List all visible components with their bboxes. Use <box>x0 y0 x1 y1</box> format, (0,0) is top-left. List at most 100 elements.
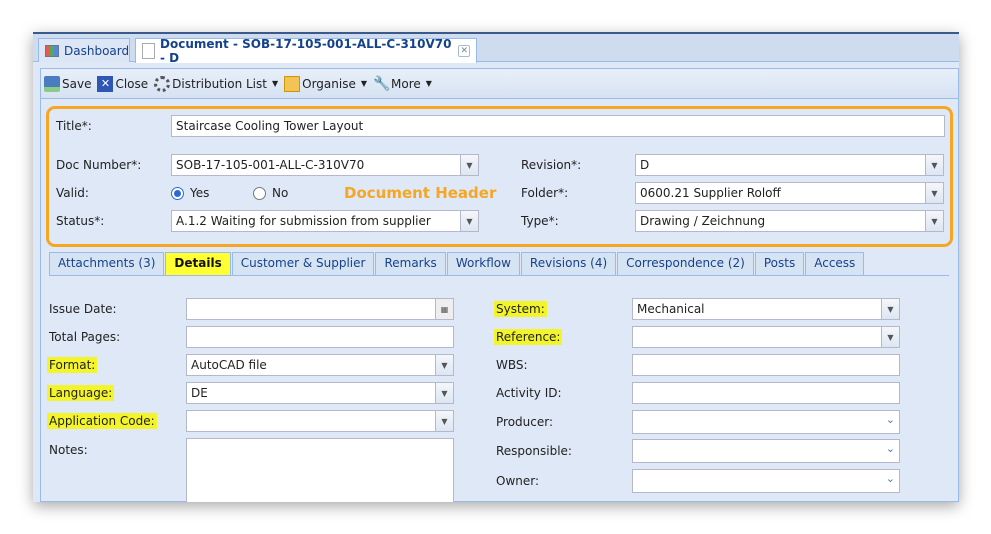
responsible-label: Responsible: <box>496 444 572 458</box>
tab-customer-supplier[interactable]: Customer & Supplier <box>231 252 375 275</box>
tab-posts[interactable]: Posts <box>754 252 805 275</box>
type-label: Type*: <box>521 214 559 228</box>
total-pages-input[interactable] <box>186 326 454 348</box>
total-pages-label: Total Pages: <box>49 330 121 344</box>
owner-select[interactable]: ⌄ <box>632 469 900 493</box>
chevron-down-icon[interactable]: ⌄ <box>886 442 895 455</box>
organise-label: Organise <box>302 76 356 91</box>
reference-label: Reference: <box>494 329 563 345</box>
system-value: Mechanical <box>637 302 705 316</box>
radio-checked-icon <box>171 186 184 200</box>
chevron-down-icon[interactable]: ▼ <box>435 383 453 403</box>
valid-no-radio[interactable]: No <box>253 186 288 200</box>
producer-label: Producer: <box>496 415 554 429</box>
folder-value: 0600.21 Supplier Roloff <box>640 186 781 200</box>
yes-label: Yes <box>190 186 210 200</box>
notes-textarea[interactable] <box>186 438 454 502</box>
wbs-input[interactable] <box>632 354 900 376</box>
close-tab-icon[interactable]: ✕ <box>458 45 470 57</box>
tab-dashboard[interactable]: Dashboard <box>38 38 130 62</box>
window-tab-strip: Dashboard Document - SOB-17-105-001-ALL-… <box>33 34 959 65</box>
tab-access[interactable]: Access <box>805 252 865 275</box>
chevron-down-icon[interactable]: ▼ <box>925 183 943 203</box>
no-label: No <box>272 186 289 200</box>
status-select[interactable]: A.1.2 Waiting for submission from suppli… <box>171 210 479 232</box>
chevron-down-icon[interactable]: ▼ <box>460 155 478 175</box>
chevron-down-icon[interactable]: ▼ <box>435 411 453 431</box>
radio-unchecked-icon <box>253 186 266 200</box>
status-value: A.1.2 Waiting for submission from suppli… <box>176 214 431 228</box>
valid-yes-radio[interactable]: Yes <box>171 186 209 200</box>
tab-workflow[interactable]: Workflow <box>446 252 520 275</box>
doc-number-label: Doc Number*: <box>56 158 142 172</box>
reference-select[interactable]: ▼ <box>632 326 900 348</box>
tab-revisions[interactable]: Revisions (4) <box>520 252 617 275</box>
close-icon: ✕ <box>97 75 114 92</box>
close-button[interactable]: ✕ Close <box>97 75 149 92</box>
distribution-label: Distribution List <box>172 76 267 91</box>
language-value: DE <box>191 386 208 400</box>
tab-attachments[interactable]: Attachments (3) <box>49 252 165 275</box>
toolbar: Save ✕ Close Distribution List ▼ Organise ▼… <box>41 69 958 99</box>
application-code-label: Application Code: <box>47 413 157 429</box>
detail-tabs: Attachments (3) Details Customer & Suppl… <box>49 252 949 276</box>
revision-value: D <box>640 158 650 172</box>
revision-label: Revision*: <box>521 158 582 172</box>
doc-number-select[interactable]: SOB-17-105-001-ALL-C-310V70 ▼ <box>171 154 479 176</box>
organise-button[interactable]: Organise ▼ <box>284 75 368 92</box>
language-label: Language: <box>47 385 115 401</box>
doc-number-value: SOB-17-105-001-ALL-C-310V70 <box>176 158 365 172</box>
chevron-down-icon[interactable]: ▼ <box>435 355 453 375</box>
cycle-icon <box>154 75 171 92</box>
chevron-down-icon: ▼ <box>360 79 368 88</box>
wbs-label: WBS: <box>496 358 528 372</box>
folder-icon <box>284 75 301 92</box>
save-button[interactable]: Save <box>44 75 92 92</box>
distribution-list-button[interactable]: Distribution List ▼ <box>154 75 278 92</box>
title-label: Title*: <box>56 119 92 133</box>
format-select[interactable]: AutoCAD file ▼ <box>186 354 454 376</box>
revision-select[interactable]: D ▼ <box>635 154 944 176</box>
chevron-down-icon[interactable]: ⌄ <box>886 413 895 426</box>
language-select[interactable]: DE ▼ <box>186 382 454 404</box>
chevron-down-icon[interactable]: ▼ <box>925 155 943 175</box>
save-icon <box>44 75 60 92</box>
title-input[interactable]: Staircase Cooling Tower Layout <box>171 115 945 137</box>
more-button[interactable]: 🔧 More ▼ <box>373 76 432 92</box>
save-label: Save <box>62 76 92 91</box>
document-header: Title*: Staircase Cooling Tower Layout D… <box>46 106 953 247</box>
activity-id-label: Activity ID: <box>496 386 562 400</box>
chevron-down-icon[interactable]: ▼ <box>881 299 899 319</box>
document-icon <box>142 43 155 59</box>
calendar-icon[interactable]: ▦ <box>435 299 453 319</box>
format-value: AutoCAD file <box>191 358 267 372</box>
tab-label: Document - SOB-17-105-001-ALL-C-310V70 -… <box>160 37 452 65</box>
chevron-down-icon[interactable]: ▼ <box>460 211 478 231</box>
application-code-select[interactable]: ▼ <box>186 410 454 432</box>
folder-select[interactable]: 0600.21 Supplier Roloff ▼ <box>635 182 944 204</box>
format-label: Format: <box>47 357 98 373</box>
tab-details[interactable]: Details <box>165 252 231 275</box>
issue-date-input[interactable]: ▦ <box>186 298 454 320</box>
system-select[interactable]: Mechanical ▼ <box>632 298 900 320</box>
tab-label: Dashboard <box>64 43 130 58</box>
chevron-down-icon[interactable]: ▼ <box>925 211 943 231</box>
tab-remarks[interactable]: Remarks <box>375 252 446 275</box>
wrench-icon: 🔧 <box>373 75 391 92</box>
type-value: Drawing / Zeichnung <box>640 214 766 228</box>
dashboard-icon <box>45 44 59 57</box>
activity-id-input[interactable] <box>632 382 900 404</box>
close-label: Close <box>115 76 149 91</box>
type-select[interactable]: Drawing / Zeichnung ▼ <box>635 210 944 232</box>
chevron-down-icon[interactable]: ⌄ <box>886 472 895 485</box>
header-annotation: Document Header <box>344 184 497 202</box>
notes-label: Notes: <box>49 443 88 457</box>
app-window: Dashboard Document - SOB-17-105-001-ALL-… <box>33 32 959 502</box>
chevron-down-icon[interactable]: ▼ <box>881 327 899 347</box>
producer-select[interactable]: ⌄ <box>632 410 900 434</box>
folder-label: Folder*: <box>521 186 569 200</box>
tab-correspondence[interactable]: Correspondence (2) <box>617 252 754 275</box>
tab-document[interactable]: Document - SOB-17-105-001-ALL-C-310V70 -… <box>135 37 477 65</box>
responsible-select[interactable]: ⌄ <box>632 439 900 463</box>
owner-label: Owner: <box>496 474 540 488</box>
